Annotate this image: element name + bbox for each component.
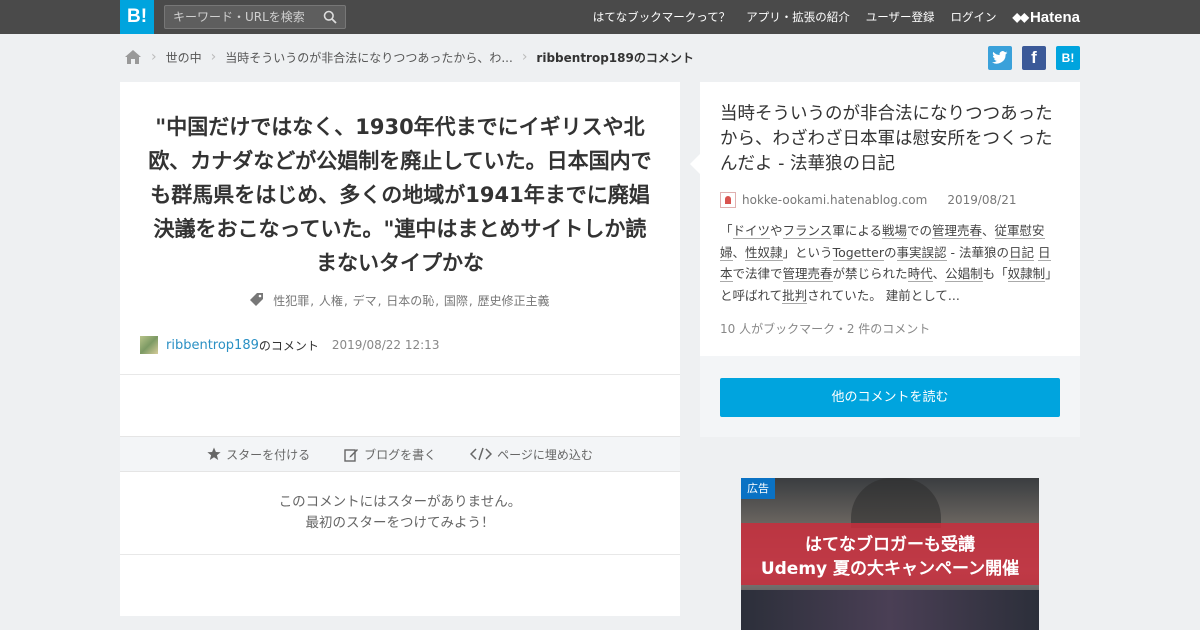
excerpt-text: で法律で bbox=[732, 266, 783, 281]
add-star-label: スターを付ける bbox=[226, 447, 311, 462]
ad-banner[interactable]: はてなブロガーも受講 Udemy 夏の大キャンペーン開催 広告 bbox=[741, 478, 1039, 630]
facebook-share-icon[interactable]: f bbox=[1022, 46, 1046, 70]
star-icon bbox=[207, 447, 221, 460]
excerpt-keyword-link[interactable]: 奴隷制 bbox=[1007, 266, 1046, 282]
embed-button[interactable]: ページに埋め込む bbox=[470, 446, 593, 463]
home-icon[interactable] bbox=[124, 49, 142, 65]
avatar[interactable] bbox=[140, 336, 158, 354]
excerpt-text: 」という bbox=[782, 244, 833, 260]
read-comments-button[interactable]: 他のコメントを読む bbox=[720, 378, 1060, 417]
hatebu-logo[interactable]: B! bbox=[120, 0, 154, 34]
excerpt-text: での bbox=[906, 223, 932, 238]
excerpt-keyword-link[interactable]: 管理売春 bbox=[931, 223, 982, 239]
excerpt-keyword-link[interactable]: 事実誤認 bbox=[896, 244, 947, 261]
add-star-button[interactable]: スターを付ける bbox=[207, 446, 310, 463]
excerpt-text: の bbox=[883, 244, 897, 260]
breadcrumb-entry[interactable]: 当時そういうのが非合法になりつつあったから、わ... bbox=[225, 49, 513, 66]
excerpt-text: 軍による bbox=[832, 223, 882, 238]
chevron-right-icon: › bbox=[521, 49, 528, 65]
entry-date: 2019/08/21 bbox=[947, 193, 1017, 207]
excerpt-text: 、 bbox=[932, 266, 946, 281]
ad-image-bottom bbox=[741, 590, 1039, 630]
divider bbox=[120, 554, 680, 555]
top-nav: はてなブックマークって？ アプリ・拡張の紹介 ユーザー登録 ログイン ◆◆ Ha… bbox=[577, 0, 1080, 34]
no-star-line2: 最初のスターをつけてみよう！ bbox=[305, 515, 495, 531]
excerpt-keyword-link[interactable]: 管理売春 bbox=[782, 266, 833, 282]
twitter-bird-icon bbox=[992, 51, 1008, 64]
action-bar: スターを付ける ブログを書く ページに埋め込む bbox=[120, 436, 680, 472]
divider bbox=[120, 374, 680, 375]
tag-item[interactable]: 性犯罪 bbox=[273, 294, 309, 308]
top-bar: B! はてなブックマークって？ アプリ・拡張の紹介 ユーザー登録 ログイン ◆◆… bbox=[0, 0, 1200, 34]
breadcrumb-category[interactable]: 世の中 bbox=[166, 49, 202, 66]
excerpt-text: 、 bbox=[982, 223, 995, 238]
excerpt-text: 「 bbox=[720, 223, 733, 238]
hatebu-share-icon[interactable]: B! bbox=[1056, 46, 1080, 70]
chevron-right-icon: › bbox=[151, 49, 157, 65]
comment-timestamp[interactable]: 2019/08/22 12:13 bbox=[332, 338, 440, 352]
excerpt-text: も「 bbox=[982, 266, 1008, 281]
bookmark-counts[interactable]: 10 人がブックマーク・2 件のコメント bbox=[720, 320, 930, 337]
ad-headline-1: はてなブロガーも受講 bbox=[805, 535, 975, 555]
no-star-line1: このコメントにはスターがありません。 bbox=[278, 494, 522, 510]
write-blog-label: ブログを書く bbox=[364, 447, 437, 462]
excerpt-text: や bbox=[770, 223, 783, 238]
nav-about[interactable]: はてなブックマークって？ bbox=[593, 9, 730, 25]
excerpt-text: - 法華狼の bbox=[946, 244, 1009, 260]
excerpt-text: が禁じられた bbox=[832, 266, 908, 281]
tag-item[interactable]: 人権 bbox=[319, 294, 343, 308]
excerpt-keyword-link[interactable]: ドイツ bbox=[732, 223, 771, 239]
username-link[interactable]: ribbentrop189 bbox=[166, 338, 259, 353]
excerpt-keyword-link[interactable]: 日記 bbox=[1008, 244, 1034, 261]
hatena-logo[interactable]: ◆◆ Hatena bbox=[1013, 9, 1081, 26]
nav-login[interactable]: ログイン bbox=[951, 9, 997, 25]
twitter-share-icon[interactable] bbox=[988, 46, 1012, 70]
embed-label: ページに埋め込む bbox=[497, 447, 593, 462]
edit-icon bbox=[344, 448, 359, 462]
comment-user: ribbentrop189 のコメント 2019/08/22 12:13 bbox=[140, 336, 439, 354]
excerpt-keyword-link[interactable]: 性奴隷 bbox=[745, 244, 783, 261]
excerpt-keyword-link[interactable]: フランス bbox=[782, 223, 833, 239]
tag-item[interactable]: デマ bbox=[353, 294, 377, 308]
entry-domain[interactable]: hokke-ookami.hatenablog.com bbox=[742, 193, 927, 207]
entry-excerpt: 「ドイツやフランス軍による戦場での管理売春、従軍慰安婦、性奴隷」というToget… bbox=[720, 220, 1060, 306]
excerpt-keyword-link[interactable]: 時代 bbox=[907, 266, 933, 282]
search-box[interactable] bbox=[164, 5, 346, 29]
chevron-right-icon: › bbox=[210, 49, 217, 65]
search-input[interactable] bbox=[165, 6, 315, 28]
hatena-mark-icon: ◆◆ bbox=[1012, 10, 1030, 24]
entry-title[interactable]: 当時そういうのが非合法になりつつあったから、わざわざ日本軍は慰安所をつくったんだ… bbox=[720, 102, 1065, 177]
nav-apps[interactable]: アプリ・拡張の紹介 bbox=[746, 9, 850, 25]
panel-pointer bbox=[690, 154, 700, 174]
write-blog-button[interactable]: ブログを書く bbox=[344, 446, 436, 463]
code-icon bbox=[470, 447, 493, 461]
ad-label: 広告 bbox=[741, 478, 775, 499]
breadcrumb-current: ribbentrop189のコメント bbox=[536, 50, 694, 65]
tag-item[interactable]: 歴史修正主義 bbox=[478, 294, 550, 308]
ad-headline-2: Udemy 夏の大キャンペーン開催 bbox=[760, 559, 1020, 579]
hatena-brand-text: Hatena bbox=[1029, 8, 1080, 26]
ad-photo bbox=[851, 478, 941, 528]
tag-item[interactable]: 日本の恥 bbox=[386, 294, 434, 308]
excerpt-keyword-link[interactable]: Togetter bbox=[832, 244, 884, 261]
username-suffix: のコメント bbox=[258, 338, 319, 353]
excerpt-text: されていた。 建前として... bbox=[807, 287, 960, 303]
tag-item[interactable]: 国際 bbox=[444, 294, 468, 308]
nav-signup[interactable]: ユーザー登録 bbox=[866, 9, 935, 25]
tag-list: 性犯罪, 人権, デマ, 日本の恥, 国際, 歴史修正主義 bbox=[120, 292, 680, 309]
breadcrumb: › 世の中 › 当時そういうのが非合法になりつつあったから、わ... › rib… bbox=[124, 46, 694, 68]
excerpt-keyword-link[interactable]: 戦場 bbox=[881, 223, 907, 239]
excerpt-text: 、 bbox=[732, 244, 746, 260]
entry-panel: 当時そういうのが非合法になりつつあったから、わざわざ日本軍は慰安所をつくったんだ… bbox=[690, 82, 1080, 437]
no-star-message: このコメントにはスターがありません。 最初のスターをつけてみよう！ bbox=[120, 492, 680, 534]
entry-meta: hokke-ookami.hatenablog.com 2019/08/21 bbox=[720, 192, 1017, 208]
site-favicon-icon bbox=[720, 192, 736, 208]
tag-icon bbox=[250, 293, 264, 306]
excerpt-keyword-link[interactable]: 批判 bbox=[782, 287, 808, 304]
comment-text: "中国だけではなく、1930年代までにイギリスや北欧、カナダなどが公娼制を廃止し… bbox=[148, 115, 652, 275]
comment-card: "中国だけではなく、1930年代までにイギリスや北欧、カナダなどが公娼制を廃止し… bbox=[120, 82, 680, 616]
entry-summary: 当時そういうのが非合法になりつつあったから、わざわざ日本軍は慰安所をつくったんだ… bbox=[700, 82, 1080, 356]
excerpt-keyword-link[interactable]: 公娼制 bbox=[945, 266, 983, 282]
search-icon[interactable] bbox=[323, 10, 337, 24]
